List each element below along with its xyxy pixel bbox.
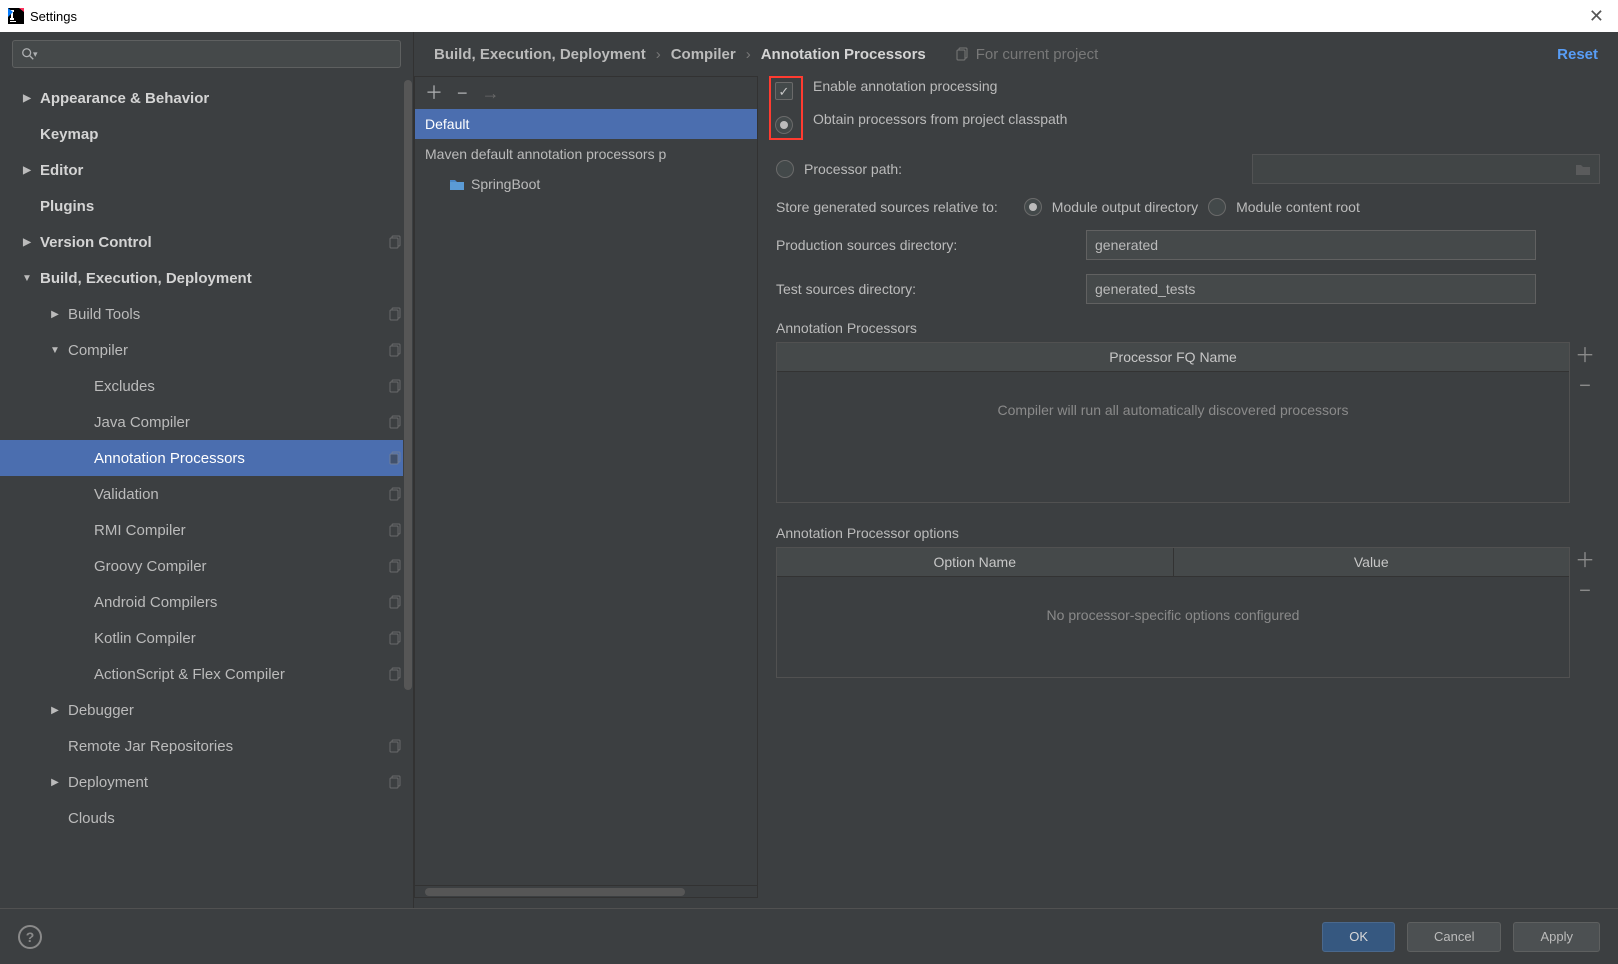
profiles-toolbar: ＋ − → [415,77,757,109]
form-panel: Enable annotation processing Obtain proc… [758,76,1600,898]
window-title: Settings [30,9,77,24]
dialog-footer: ? OK Cancel Apply [0,908,1618,964]
remove-processor-button[interactable]: − [1579,376,1591,396]
options-table-header-name: Option Name [777,548,1174,576]
sidebar-item[interactable]: Kotlin Compiler [0,620,413,656]
sidebar-item[interactable]: ▶Version Control [0,224,413,260]
processor-path-radio[interactable] [776,160,794,178]
test-sources-label: Test sources directory: [776,281,1076,297]
add-option-button[interactable]: ＋ [1575,551,1595,571]
folder-browse-icon[interactable] [1575,162,1591,176]
profiles-list[interactable]: DefaultMaven default annotation processo… [415,109,757,885]
sidebar-item[interactable]: ▶Appearance & Behavior [0,80,413,116]
scope-hint: For current project [956,46,1099,63]
options-table-header-value: Value [1174,548,1570,576]
processors-table-empty: Compiler will run all automatically disc… [777,372,1569,502]
sidebar-item[interactable]: Java Compiler [0,404,413,440]
sidebar-item[interactable]: Groovy Compiler [0,548,413,584]
remove-option-button[interactable]: − [1579,581,1591,601]
breadcrumb-seg1[interactable]: Build, Execution, Deployment [434,46,646,63]
highlight-annotation [769,76,803,140]
cancel-button[interactable]: Cancel [1407,922,1501,952]
titlebar: Settings ✕ [0,0,1618,32]
chevron-right-icon: › [746,46,751,63]
profiles-hscrollbar[interactable] [415,885,757,897]
profile-item[interactable]: SpringBoot [415,169,757,199]
intellij-logo-icon [8,8,24,24]
sidebar-item[interactable]: Validation [0,476,413,512]
profiles-panel: ＋ − → DefaultMaven default annotation pr… [414,76,758,898]
module-output-dir-label: Module output directory [1052,199,1198,215]
sidebar-item[interactable]: ▶Editor [0,152,413,188]
reset-link[interactable]: Reset [1557,46,1598,63]
processors-table[interactable]: Processor FQ Name Compiler will run all … [776,342,1570,503]
sidebar-item[interactable]: Plugins [0,188,413,224]
module-content-root-label: Module content root [1236,199,1360,215]
sidebar-item[interactable]: Android Compilers [0,584,413,620]
sidebar-item[interactable]: ActionScript & Flex Compiler [0,656,413,692]
sidebar-item[interactable]: ▼Compiler [0,332,413,368]
store-sources-label: Store generated sources relative to: [776,199,998,215]
sidebar-item[interactable]: Excludes [0,368,413,404]
settings-tree[interactable]: ▶Appearance & BehaviorKeymap▶EditorPlugi… [0,76,413,908]
settings-sidebar: ▾ ▶Appearance & BehaviorKeymap▶EditorPlu… [0,32,414,908]
remove-profile-button[interactable]: − [457,84,468,102]
add-profile-button[interactable]: ＋ [425,84,443,102]
enable-annotation-checkbox[interactable] [775,82,793,100]
breadcrumb: Build, Execution, Deployment › Compiler … [414,32,1618,76]
ok-button[interactable]: OK [1322,922,1395,952]
breadcrumb-seg3: Annotation Processors [761,46,926,63]
options-table-empty: No processor-specific options configured [777,577,1569,677]
project-scope-icon [956,47,970,61]
sidebar-item[interactable]: Annotation Processors [0,440,413,476]
processor-path-input[interactable] [1252,154,1600,184]
breadcrumb-seg2[interactable]: Compiler [671,46,736,63]
enable-annotation-label: Enable annotation processing [813,78,1067,94]
apply-button[interactable]: Apply [1513,922,1600,952]
add-processor-button[interactable]: ＋ [1575,346,1595,366]
chevron-right-icon: › [656,46,661,63]
options-table[interactable]: Option Name Value No processor-specific … [776,547,1570,678]
sidebar-item[interactable]: Clouds [0,800,413,836]
processor-path-label: Processor path: [804,161,902,177]
sidebar-item[interactable]: ▶Build Tools [0,296,413,332]
annotation-processors-title: Annotation Processors [776,320,923,336]
move-profile-button: → [482,84,500,102]
sidebar-item[interactable]: Keymap [0,116,413,152]
obtain-from-classpath-radio[interactable] [775,116,793,134]
prod-sources-input[interactable] [1086,230,1536,260]
module-output-dir-radio[interactable] [1024,198,1042,216]
test-sources-input[interactable] [1086,274,1536,304]
processors-table-header: Processor FQ Name [777,343,1569,371]
profile-item[interactable]: Default [415,109,757,139]
close-icon[interactable]: ✕ [1583,6,1610,27]
sidebar-item[interactable]: Remote Jar Repositories [0,728,413,764]
sidebar-item[interactable]: ▶Debugger [0,692,413,728]
search-input[interactable]: ▾ [12,40,401,68]
module-content-root-radio[interactable] [1208,198,1226,216]
prod-sources-label: Production sources directory: [776,237,1076,253]
profile-item[interactable]: Maven default annotation processors p [415,139,757,169]
sidebar-item[interactable]: ▶Deployment [0,764,413,800]
sidebar-scrollbar[interactable] [403,80,413,908]
obtain-from-classpath-label: Obtain processors from project classpath [813,111,1067,127]
processor-options-title: Annotation Processor options [776,525,965,541]
sidebar-item[interactable]: RMI Compiler [0,512,413,548]
sidebar-item[interactable]: ▼Build, Execution, Deployment [0,260,413,296]
help-button[interactable]: ? [18,925,42,949]
